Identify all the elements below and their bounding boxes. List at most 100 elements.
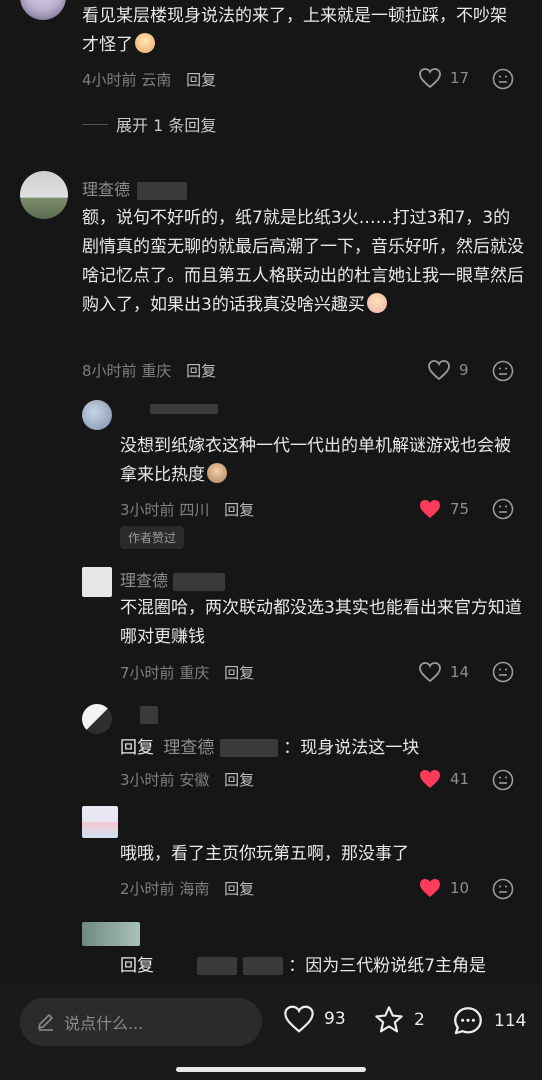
reply-meta: 7小时前 重庆 回复 <box>120 662 254 683</box>
input-placeholder: 说点什么... <box>64 1014 144 1033</box>
reply-prefix: 回复 <box>120 738 154 758</box>
reply-button[interactable]: 回复 <box>224 880 254 898</box>
like-count: 14 <box>450 663 470 681</box>
like-button[interactable]: 9 <box>427 359 469 381</box>
comment-time: 4小时前 <box>82 71 137 89</box>
comment-count: 114 <box>494 1011 527 1031</box>
divider <box>82 123 108 125</box>
reply-prefix: 回复 <box>120 956 154 976</box>
reply-text: 回复 理查德 ：现身说法这一块 <box>120 738 420 758</box>
blurred-name <box>173 572 226 591</box>
author-liked-badge: 作者赞过 <box>120 526 185 549</box>
cat-emoji-icon <box>207 463 227 483</box>
comment-meta: 4小时前 云南 回复 <box>82 69 216 90</box>
comment-item: 看见某层楼现身说法的来了，上来就是一顿拉踩，不吵架才怪了 4小时前 云南 回复 … <box>0 0 542 100</box>
expand-replies-button[interactable]: 展开 1 条回复 <box>82 112 216 136</box>
avatar[interactable] <box>20 0 66 20</box>
like-button[interactable]: 10 <box>418 877 469 899</box>
laugh-emoji-icon <box>135 33 155 53</box>
heart-outline-icon <box>419 68 441 89</box>
comment-time: 8小时前 <box>82 362 137 380</box>
pencil-icon <box>37 1013 54 1031</box>
reply-location: 海南 <box>179 880 210 898</box>
comment-author[interactable]: 理查德 <box>82 176 188 200</box>
comment-item: 理查德 额，说句不好听的，纸7就是比纸3火……打过3和7，3的剧情真的蛮无聊的就… <box>0 165 542 385</box>
dislike-icon[interactable] <box>492 498 514 520</box>
reply-text: 回复 ：因为三代粉说纸7主角是 <box>120 956 487 976</box>
dislike-icon[interactable] <box>492 769 514 791</box>
reply-button[interactable]: 回复 <box>224 664 254 682</box>
reply-location: 安徽 <box>179 771 210 789</box>
reply-location: 四川 <box>179 501 210 519</box>
dislike-icon[interactable] <box>492 878 514 900</box>
reply-item: 没想到纸嫁衣这种一代一代出的单机解谜游戏也会被拿来比热度 3小时前 四川 回复 … <box>0 400 542 550</box>
comment-text: 看见某层楼现身说法的来了，上来就是一顿拉踩，不吵架才怪了 <box>82 6 507 55</box>
author-name: 理查德 <box>82 180 131 199</box>
blurred-name <box>150 404 218 414</box>
heart-outline-icon <box>284 1005 314 1033</box>
comment-count-button[interactable]: 114 <box>450 1004 526 1038</box>
blurred-name <box>140 706 158 724</box>
reply-author[interactable]: 理查德 <box>120 567 226 591</box>
avatar[interactable] <box>82 400 112 430</box>
reply-button[interactable]: 回复 <box>186 362 216 380</box>
comment-text: 额，说句不好听的，纸7就是比纸3火……打过3和7，3的剧情真的蛮无聊的就最后高潮… <box>82 208 524 315</box>
avatar[interactable] <box>20 171 68 219</box>
blurred-name <box>137 181 188 200</box>
heart-filled-icon <box>420 770 440 788</box>
heart-filled-icon <box>420 500 440 518</box>
expand-label: 展开 1 条回复 <box>116 116 217 135</box>
favorite-button[interactable]: 2 <box>372 1004 425 1036</box>
star-outline-icon <box>375 1006 403 1033</box>
like-count: 41 <box>450 770 470 788</box>
avatar[interactable] <box>82 704 112 734</box>
dislike-icon[interactable] <box>492 68 514 90</box>
reply-button[interactable]: 回复 <box>224 771 254 789</box>
bottom-action-bar: 说点什么... 93 2 114 <box>0 985 542 1080</box>
like-count: 10 <box>450 879 470 897</box>
dislike-icon[interactable] <box>492 661 514 683</box>
like-button[interactable]: 41 <box>418 768 469 790</box>
avatar[interactable] <box>82 806 118 838</box>
like-count: 93 <box>324 1009 346 1029</box>
like-count: 75 <box>450 500 470 518</box>
like-button[interactable]: 14 <box>418 661 469 683</box>
blurred-name <box>197 957 238 975</box>
reply-item: 理查德 不混圈哈，两次联动都没选3其实也能看出来官方知道哪对更赚钱 7小时前 重… <box>0 565 542 685</box>
like-count: 17 <box>450 69 470 87</box>
reply-time: 3小时前 <box>120 771 175 789</box>
comment-input[interactable]: 说点什么... <box>20 998 262 1046</box>
like-button[interactable]: 17 <box>418 67 469 89</box>
like-post-button[interactable]: 93 <box>282 1004 346 1034</box>
reply-text: 不混圈哈，两次联动都没选3其实也能看出来官方知道哪对更赚钱 <box>120 598 522 647</box>
reply-to-name[interactable]: 理查德 <box>163 738 214 758</box>
comment-meta: 8小时前 重庆 回复 <box>82 360 216 381</box>
reply-item: 回复 ：因为三代粉说纸7主角是 <box>0 920 542 982</box>
star-count: 2 <box>414 1010 425 1030</box>
reply-time: 2小时前 <box>120 880 175 898</box>
comment-location: 重庆 <box>141 362 172 380</box>
blurred-name <box>242 957 283 975</box>
reply-meta: 2小时前 海南 回复 <box>120 878 254 899</box>
crying-emoji-icon <box>366 293 387 313</box>
dislike-icon[interactable] <box>492 360 514 382</box>
reply-time: 3小时前 <box>120 501 175 519</box>
comment-bubble-icon <box>454 1007 482 1035</box>
reply-meta: 3小时前 四川 回复 <box>120 499 254 520</box>
reply-text: 哦哦，看了主页你玩第五啊，那没事了 <box>120 844 409 864</box>
blurred-name <box>219 739 278 757</box>
avatar[interactable] <box>82 567 112 597</box>
heart-outline-icon <box>419 662 441 683</box>
like-button[interactable]: 75 <box>418 498 469 520</box>
avatar[interactable] <box>82 922 140 946</box>
reply-location: 重庆 <box>179 664 210 682</box>
like-count: 9 <box>459 361 469 379</box>
comment-location: 云南 <box>141 71 172 89</box>
reply-button[interactable]: 回复 <box>186 71 216 89</box>
heart-filled-icon <box>420 879 440 897</box>
home-indicator[interactable] <box>176 1067 366 1072</box>
author-name: 理查德 <box>120 571 169 590</box>
reply-meta: 3小时前 安徽 回复 <box>120 769 254 790</box>
reply-button[interactable]: 回复 <box>224 501 254 519</box>
reply-text: 没想到纸嫁衣这种一代一代出的单机解谜游戏也会被拿来比热度 <box>120 436 511 485</box>
